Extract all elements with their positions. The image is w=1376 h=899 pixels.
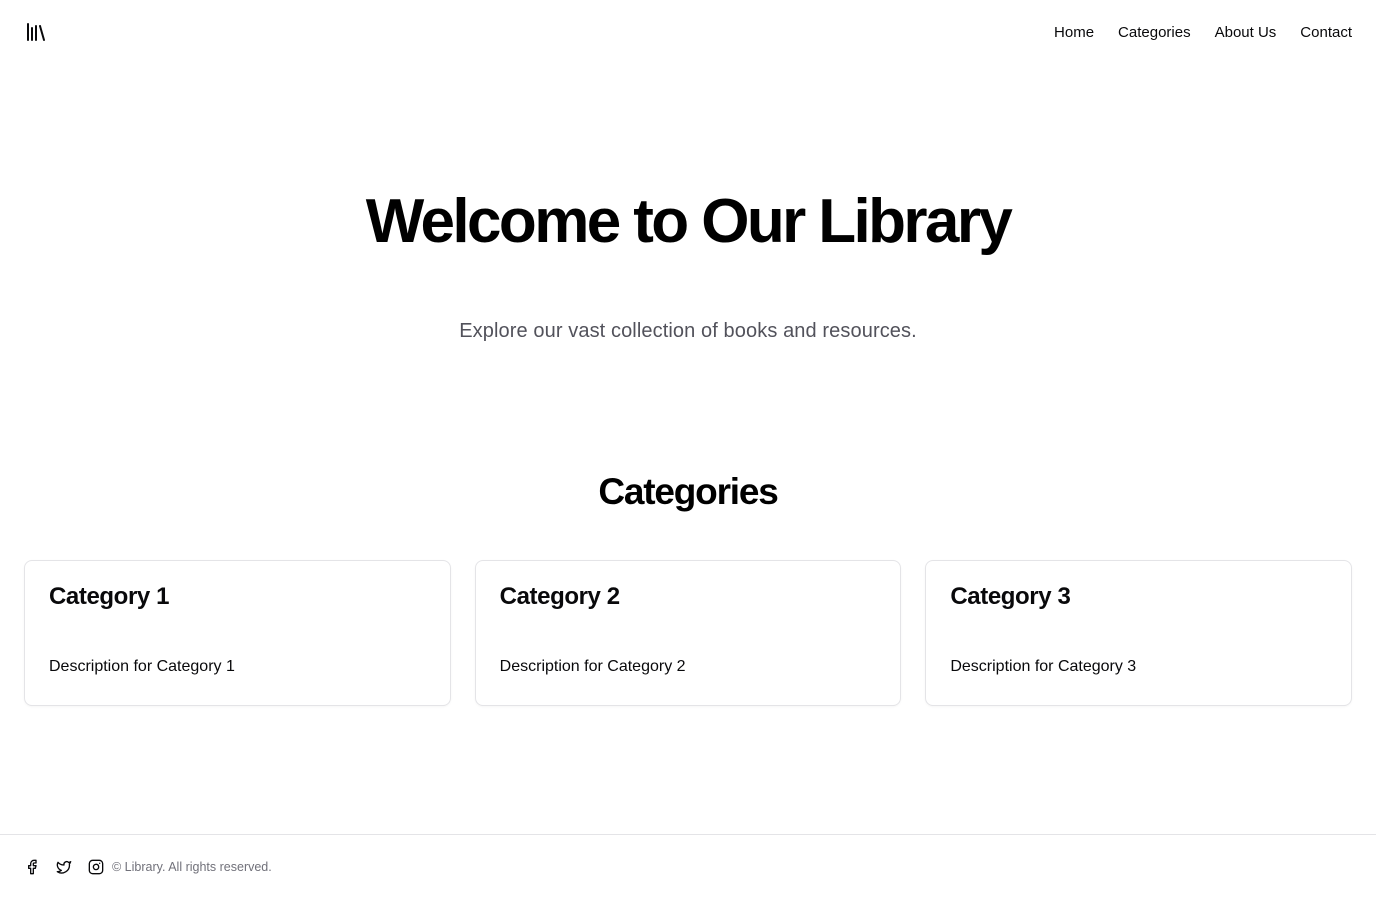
nav-categories-link[interactable]: Categories [1118,24,1191,41]
main-nav: Home Categories About Us Contact [1054,24,1352,41]
facebook-icon[interactable] [24,859,40,875]
category-card-description: Description for Category 2 [499,658,686,675]
nav-contact-link[interactable]: Contact [1300,24,1352,41]
site-header: Home Categories About Us Contact [0,0,1376,64]
category-card-title: Category 1 [49,583,170,610]
category-card-description: Description for Category 1 [49,658,235,675]
nav-about-link[interactable]: About Us [1215,24,1277,41]
category-card-description: Description for Category 3 [950,658,1137,675]
library-logo-icon[interactable] [24,20,48,44]
hero-subtitle: Explore our vast collection of books and… [459,320,917,342]
twitter-icon[interactable] [56,859,72,875]
nav-home-link[interactable]: Home [1054,24,1094,41]
category-card-title: Category 2 [499,583,620,610]
categories-heading: Categories [598,471,778,512]
category-card-title: Category 3 [950,583,1071,610]
site-footer: © Library. All rights reserved. [0,834,1376,899]
instagram-icon[interactable] [88,859,104,875]
category-card-1[interactable]: Category 1 Description for Category 1 [24,560,451,706]
page: Home Categories About Us Contact Welcome… [0,0,1376,899]
category-card-3[interactable]: Category 3 Description for Category 3 [925,560,1353,706]
hero-section: Welcome to Our Library Explore our vast … [0,186,1376,346]
category-cards: Category 1 Description for Category 1 Ca… [24,560,1353,706]
category-card-2[interactable]: Category 2 Description for Category 2 [474,560,902,706]
copyright-text: © Library. All rights reserved. [112,860,272,874]
hero-title: Welcome to Our Library [365,187,1013,256]
